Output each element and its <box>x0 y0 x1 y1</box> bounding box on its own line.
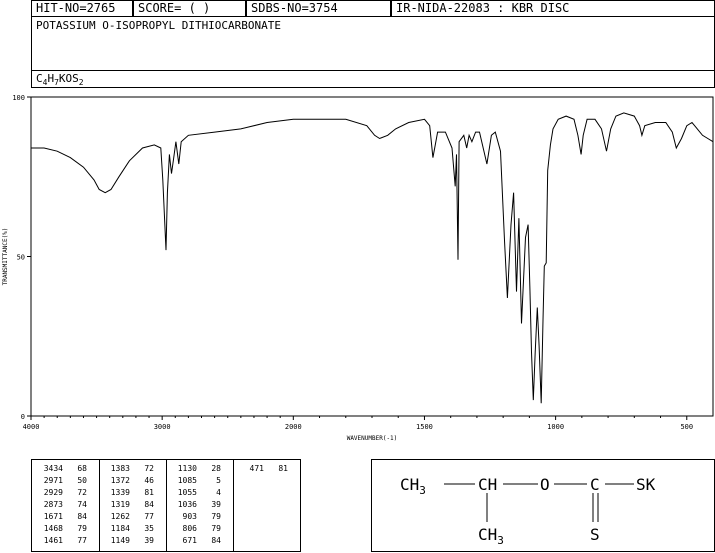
peak-wavenumber: 1339 <box>110 488 130 497</box>
peak-transmittance: 50 <box>77 476 87 485</box>
peak-transmittance: 28 <box>211 464 221 473</box>
peak-transmittance: 81 <box>144 488 154 497</box>
peak-row: 2971 50 <box>37 475 87 487</box>
peak-row: 1319 84 <box>104 499 154 511</box>
peak-transmittance: 81 <box>278 464 288 473</box>
peak-row: 1085 5 <box>171 475 221 487</box>
x-tick-label: 2000 <box>285 423 302 431</box>
peak-wavenumber: 1055 <box>177 488 197 497</box>
peak-row: 903 79 <box>171 511 221 523</box>
peak-wavenumber: 1184 <box>110 524 130 533</box>
x-tick-label: 1500 <box>416 423 433 431</box>
peak-transmittance: 72 <box>77 488 87 497</box>
peak-row: 1339 81 <box>104 487 154 499</box>
structure-diagram-box: CH3 CH O C SK S CH3 <box>371 459 715 552</box>
peak-row: 2873 74 <box>37 499 87 511</box>
structure-c: C <box>590 475 600 494</box>
peak-wavenumber: 1461 <box>43 536 63 545</box>
y-tick-label: 0 <box>21 413 25 421</box>
y-axis-label: TRANSMITTANCE(%) <box>2 228 9 286</box>
peak-transmittance: 39 <box>144 536 154 545</box>
peak-transmittance: 77 <box>144 512 154 521</box>
peak-transmittance: 84 <box>77 512 87 521</box>
peak-transmittance: 84 <box>144 500 154 509</box>
peak-wavenumber: 1149 <box>110 536 130 545</box>
peak-wavenumber: 1468 <box>43 524 63 533</box>
peak-transmittance: 72 <box>144 464 154 473</box>
peak-transmittance: 46 <box>144 476 154 485</box>
peak-transmittance: 79 <box>77 524 87 533</box>
peak-row: 1372 46 <box>104 475 154 487</box>
peak-wavenumber: 1130 <box>177 464 197 473</box>
peak-row: 1055 4 <box>171 487 221 499</box>
y-tick-label: 50 <box>17 254 25 262</box>
peak-row: 3434 68 <box>37 463 87 475</box>
peak-row: 2929 72 <box>37 487 87 499</box>
structure-ch3-left: CH3 <box>400 475 426 497</box>
peak-row: 1149 39 <box>104 535 154 547</box>
peak-transmittance: 68 <box>77 464 87 473</box>
peak-row: 471 81 <box>238 463 288 475</box>
peak-transmittance: 35 <box>144 524 154 533</box>
peak-wavenumber: 1085 <box>177 476 197 485</box>
spectrum-line <box>31 112 714 404</box>
peak-wavenumber: 671 <box>182 536 197 545</box>
ir-spectrum-chart: 0 50 100 4000 3000 2000 1500 1000 500 WAVENUMBER(… <box>2 94 714 442</box>
peak-wavenumber: 903 <box>182 512 197 521</box>
peak-row: 1461 77 <box>37 535 87 547</box>
peak-row: 1671 84 <box>37 511 87 523</box>
peak-wavenumber: 1383 <box>110 464 130 473</box>
structure-diagram: CH3 CH O C SK S CH3 <box>400 475 656 547</box>
peak-table: 3434 68 2971 50 2929 72 2873 74 1671 84 1468 79 1461… <box>31 459 301 552</box>
structure-sk: SK <box>636 475 656 494</box>
peak-wavenumber: 1372 <box>110 476 130 485</box>
peak-transmittance: 5 <box>216 476 221 485</box>
plot-frame <box>30 96 714 417</box>
structure-s: S <box>590 525 600 544</box>
structure-o: O <box>540 475 550 494</box>
structure-ch3-bottom: CH3 <box>478 525 504 547</box>
peak-wavenumber: 2971 <box>43 476 63 485</box>
peak-row: 671 84 <box>171 535 221 547</box>
peak-row: 1383 72 <box>104 463 154 475</box>
x-axis-label: WAVENUMBER(-1) <box>347 435 398 442</box>
peak-wavenumber: 471 <box>249 464 264 473</box>
peak-wavenumber: 1319 <box>110 500 130 509</box>
peak-row: 1036 39 <box>171 499 221 511</box>
peak-wavenumber: 1036 <box>177 500 197 509</box>
peak-transmittance: 4 <box>216 488 221 497</box>
structure-ch: CH <box>478 475 497 494</box>
x-tick-label: 4000 <box>23 423 40 431</box>
peak-row: 1468 79 <box>37 523 87 535</box>
peak-transmittance: 39 <box>211 500 221 509</box>
peak-row: 1262 77 <box>104 511 154 523</box>
peak-transmittance: 84 <box>211 536 221 545</box>
peak-row: 1184 35 <box>104 523 154 535</box>
peak-wavenumber: 2929 <box>43 488 63 497</box>
peak-transmittance: 79 <box>211 524 221 533</box>
x-tick-label: 500 <box>680 423 693 431</box>
peak-wavenumber: 3434 <box>43 464 63 473</box>
peak-transmittance: 74 <box>77 500 87 509</box>
peak-row: 1130 28 <box>171 463 221 475</box>
y-tick-label: 100 <box>12 94 25 102</box>
peak-wavenumber: 2873 <box>43 500 63 509</box>
peak-wavenumber: 806 <box>182 524 197 533</box>
peak-wavenumber: 1671 <box>43 512 63 521</box>
peak-row: 806 79 <box>171 523 221 535</box>
peak-transmittance: 77 <box>77 536 87 545</box>
x-tick-label: 1000 <box>547 423 564 431</box>
peak-wavenumber: 1262 <box>110 512 130 521</box>
x-tick-label: 3000 <box>154 423 171 431</box>
peak-transmittance: 79 <box>211 512 221 521</box>
